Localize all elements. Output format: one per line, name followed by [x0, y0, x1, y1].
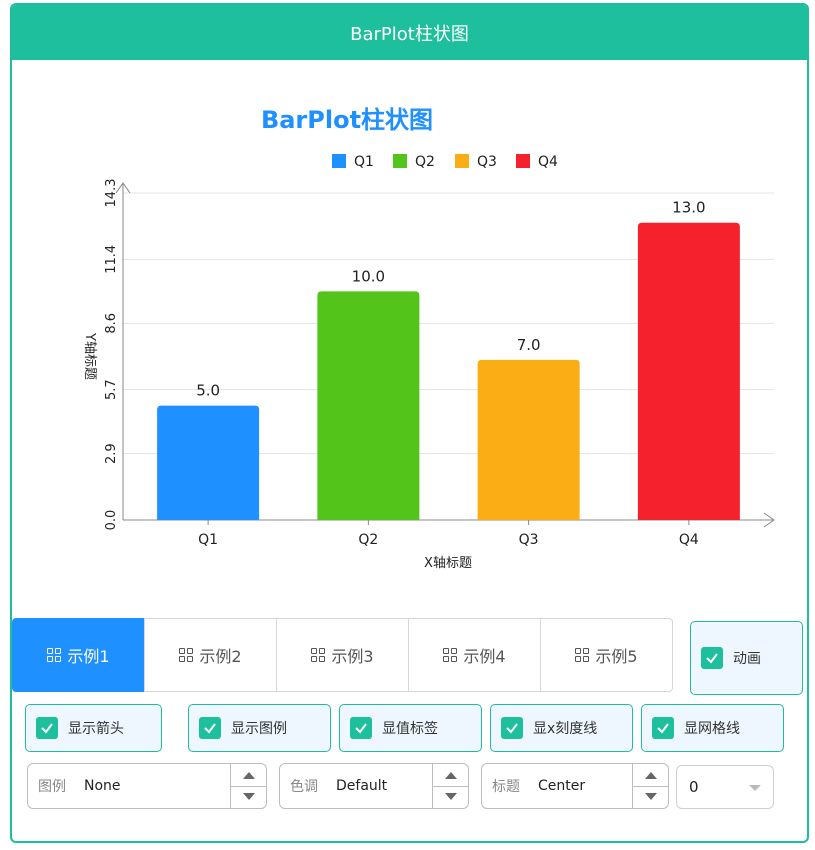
bar-value-label: 5.0: [196, 382, 220, 400]
y-tick-label: 0.0: [104, 510, 119, 531]
title-spin-label: 标题: [492, 779, 520, 795]
legend-swatch: [455, 154, 469, 168]
show-x-ticks-checkbox[interactable]: 显x刻度线: [490, 704, 633, 752]
color-spin-value: Default: [336, 778, 388, 794]
show-arrow-label: 显示箭头: [68, 721, 124, 737]
legend-label: Q1: [354, 154, 374, 170]
chevron-up-icon: [242, 771, 255, 779]
bar: [317, 291, 420, 520]
tab-label: 示例2: [199, 647, 242, 666]
title-spinbox[interactable]: 标题 Center: [481, 763, 669, 809]
tab-example-4[interactable]: 示例4: [408, 618, 541, 692]
increment-button[interactable]: [633, 764, 668, 787]
tab-label: 示例3: [331, 647, 374, 666]
grid-icon: [47, 648, 62, 662]
legend-swatch: [393, 154, 407, 168]
x-axis-label: X轴标题: [424, 556, 472, 571]
show-x-ticks-label: 显x刻度线: [533, 721, 598, 737]
checkmark-icon: [350, 717, 372, 739]
show-arrow-checkbox[interactable]: 显示箭头: [25, 704, 162, 752]
legend-label: Q4: [538, 154, 558, 170]
bar-chart: BarPlot柱状图 Q1 Q2 Q3 Q4 0.0 2.9 5.7 8.6 11.4 14.3 Y轴…: [12, 62, 807, 617]
y-tick-label: 8.6: [104, 313, 119, 334]
bar-chart-svg: BarPlot柱状图 Q1 Q2 Q3 Q4 0.0 2.9 5.7 8.6 11.4 14.3 Y轴…: [82, 106, 775, 571]
y-tick-label: 5.7: [104, 379, 119, 400]
title-spin-value: Center: [538, 778, 586, 794]
chevron-down-icon: [644, 793, 657, 801]
legend-swatch: [332, 154, 346, 168]
x-tick-label: Q3: [519, 532, 539, 548]
value-combobox[interactable]: 0: [676, 765, 774, 809]
chevron-up-icon: [644, 771, 657, 779]
show-value-label-label: 显值标签: [382, 721, 438, 737]
combobox-value: 0: [689, 778, 699, 796]
checkmark-icon: [199, 717, 221, 739]
tab-example-5[interactable]: 示例5: [540, 618, 673, 692]
x-tick-label: Q4: [679, 532, 699, 548]
legend-swatch: [516, 154, 530, 168]
bar-value-label: 10.0: [352, 267, 385, 285]
tab-example-1[interactable]: 示例1: [12, 618, 145, 692]
show-legend-label: 显示图例: [231, 721, 287, 737]
tab-example-2[interactable]: 示例2: [144, 618, 277, 692]
bar-value-label: 13.0: [672, 199, 705, 217]
x-tick-label: Q1: [198, 532, 218, 548]
bar: [477, 359, 580, 520]
chevron-down-icon: [444, 793, 457, 801]
increment-button[interactable]: [231, 764, 266, 787]
bar: [157, 405, 260, 520]
checkmark-icon: [501, 717, 523, 739]
grid-icon: [575, 648, 590, 662]
show-value-label-checkbox[interactable]: 显值标签: [339, 704, 482, 752]
increment-button[interactable]: [433, 764, 468, 787]
bar-value-label: 7.0: [517, 336, 541, 354]
tab-label: 示例5: [595, 647, 638, 666]
show-grid-label: 显网格线: [684, 721, 740, 737]
color-spin-label: 色调: [290, 779, 318, 795]
y-tick-label: 14.3: [104, 179, 119, 208]
decrement-button[interactable]: [433, 787, 468, 809]
y-axis-label: Y轴标题: [82, 332, 97, 380]
decrement-button[interactable]: [633, 787, 668, 809]
animation-checkbox[interactable]: 动画: [690, 621, 803, 695]
grid-icon: [179, 648, 194, 662]
checkmark-icon: [701, 647, 723, 669]
grid-icon: [311, 648, 326, 662]
chevron-up-icon: [444, 771, 457, 779]
checkmark-icon: [652, 717, 674, 739]
tab-label: 示例1: [67, 647, 110, 666]
tab-example-3[interactable]: 示例3: [276, 618, 409, 692]
legend-spin-label: 图例: [38, 779, 66, 795]
color-spinbox[interactable]: 色调 Default: [279, 763, 469, 809]
legend-label: Q2: [415, 154, 435, 170]
legend-spinbox[interactable]: 图例 None: [27, 763, 267, 809]
y-tick-label: 11.4: [104, 245, 119, 274]
tab-label: 示例4: [463, 647, 506, 666]
y-tick-label: 2.9: [104, 443, 119, 464]
animation-label: 动画: [733, 651, 761, 667]
legend-spin-value: None: [84, 778, 121, 794]
show-grid-checkbox[interactable]: 显网格线: [641, 704, 784, 752]
bar: [637, 222, 740, 520]
chevron-down-icon: [749, 785, 761, 791]
legend-label: Q3: [477, 154, 497, 170]
x-tick-label: Q2: [358, 532, 378, 548]
window-titlebar: BarPlot柱状图: [12, 5, 807, 60]
show-legend-checkbox[interactable]: 显示图例: [188, 704, 331, 752]
grid-icon: [443, 648, 458, 662]
window-title: BarPlot柱状图: [350, 23, 469, 45]
example-tabs: 示例1 示例2 示例3 示例4 示例5: [12, 618, 673, 692]
chevron-down-icon: [242, 793, 255, 801]
checkmark-icon: [36, 717, 58, 739]
decrement-button[interactable]: [231, 787, 266, 809]
chart-title: BarPlot柱状图: [261, 106, 433, 134]
